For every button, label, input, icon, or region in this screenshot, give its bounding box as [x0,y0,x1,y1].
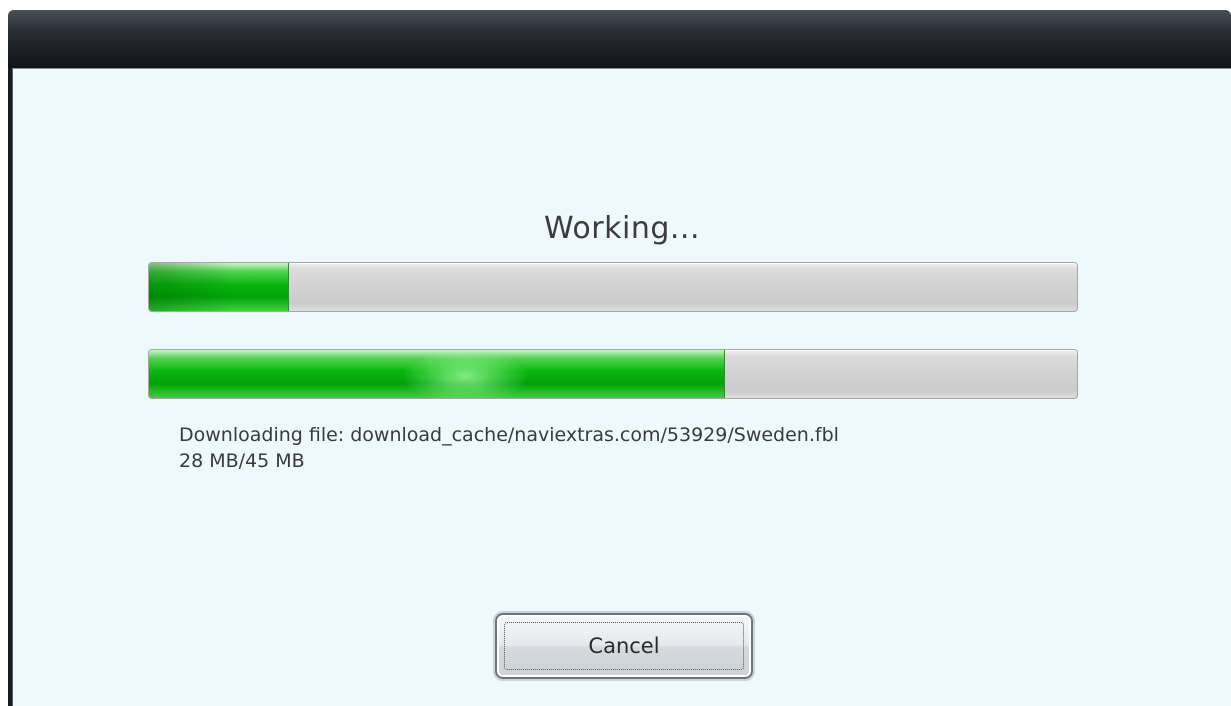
dialog-client-area: Working... Downloading file: download_ca… [12,68,1231,706]
cancel-button-label: Cancel [588,634,660,658]
window-titlebar[interactable] [8,10,1231,68]
download-status-text: Downloading file: download_cache/naviext… [179,424,839,446]
cancel-button[interactable]: Cancel [495,613,753,679]
download-status: Downloading file: download_cache/naviext… [179,422,839,474]
working-heading: Working... [544,211,700,246]
file-progress-bar [148,349,1078,399]
download-size-text: 28 MB/45 MB [179,450,305,472]
progress-dialog-window: Working... Downloading file: download_ca… [8,10,1231,706]
overall-progress-bar [148,262,1078,312]
file-progress-fill [149,350,726,398]
overall-progress-fill [149,263,290,311]
